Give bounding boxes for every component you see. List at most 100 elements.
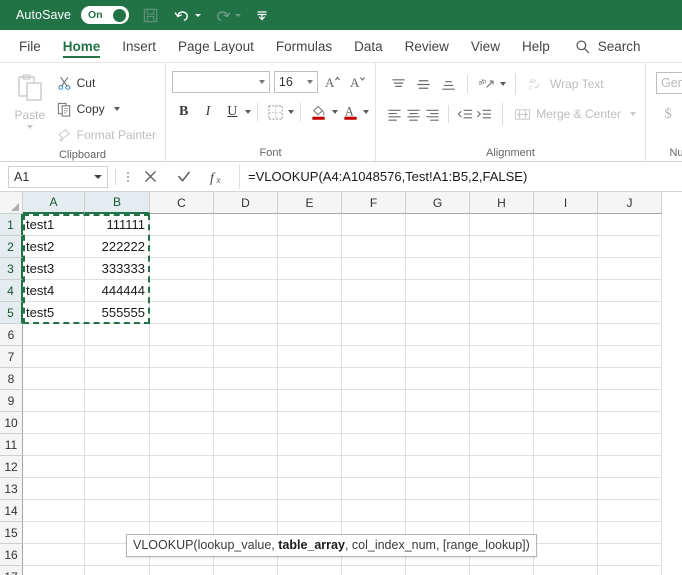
- row-header-1[interactable]: 1: [0, 214, 23, 236]
- accounting-number-format-button[interactable]: $: [656, 102, 680, 126]
- cell-E3[interactable]: [278, 258, 342, 280]
- cell-E4[interactable]: [278, 280, 342, 302]
- borders-dropdown-icon[interactable]: [288, 110, 295, 114]
- cell-G7[interactable]: [406, 346, 470, 368]
- cell-C12[interactable]: [150, 456, 214, 478]
- row-header-6[interactable]: 6: [0, 324, 23, 346]
- font-name-dropdown-icon[interactable]: [258, 80, 265, 84]
- cell-A3[interactable]: test3: [23, 258, 85, 280]
- cell-C1[interactable]: [150, 214, 214, 236]
- cell-J7[interactable]: [598, 346, 662, 368]
- cell-I5[interactable]: [534, 302, 598, 324]
- cancel-formula-button[interactable]: [133, 165, 167, 189]
- format-painter-button[interactable]: Format Painter: [54, 123, 159, 147]
- tab-view[interactable]: View: [460, 30, 511, 62]
- cell-C10[interactable]: [150, 412, 214, 434]
- cell-A13[interactable]: [23, 478, 85, 500]
- cell-B2[interactable]: 222222: [85, 236, 150, 258]
- cell-J17[interactable]: [598, 566, 662, 575]
- cell-E2[interactable]: [278, 236, 342, 258]
- cell-B10[interactable]: [85, 412, 150, 434]
- cell-A6[interactable]: [23, 324, 85, 346]
- cell-F1[interactable]: [342, 214, 406, 236]
- cell-I2[interactable]: [534, 236, 598, 258]
- font-size-input[interactable]: 16: [273, 71, 318, 93]
- column-header-d[interactable]: D: [214, 192, 278, 214]
- cell-I12[interactable]: [534, 456, 598, 478]
- cell-H17[interactable]: [470, 566, 534, 575]
- tab-review[interactable]: Review: [394, 30, 460, 62]
- cell-J12[interactable]: [598, 456, 662, 478]
- align-top-button[interactable]: [386, 72, 410, 96]
- redo-dropdown-icon[interactable]: [235, 13, 242, 17]
- cell-E9[interactable]: [278, 390, 342, 412]
- formula-bar-grip[interactable]: [123, 171, 133, 182]
- cell-I14[interactable]: [534, 500, 598, 522]
- tab-home[interactable]: Home: [52, 30, 112, 62]
- cell-D3[interactable]: [214, 258, 278, 280]
- cell-H1[interactable]: [470, 214, 534, 236]
- row-header-5[interactable]: 5: [0, 302, 23, 324]
- cell-I9[interactable]: [534, 390, 598, 412]
- cell-J13[interactable]: [598, 478, 662, 500]
- cell-D12[interactable]: [214, 456, 278, 478]
- cell-G1[interactable]: [406, 214, 470, 236]
- autosave-toggle[interactable]: On: [81, 6, 130, 24]
- cell-H12[interactable]: [470, 456, 534, 478]
- cell-D13[interactable]: [214, 478, 278, 500]
- tab-insert[interactable]: Insert: [111, 30, 167, 62]
- tab-page-layout[interactable]: Page Layout: [167, 30, 265, 62]
- cell-I3[interactable]: [534, 258, 598, 280]
- cell-B17[interactable]: [85, 566, 150, 575]
- cell-A11[interactable]: [23, 434, 85, 456]
- copy-dropdown-icon[interactable]: [113, 107, 120, 111]
- cell-B1[interactable]: 111111: [85, 214, 150, 236]
- wrap-text-button[interactable]: ab c Wrap Text: [525, 72, 607, 96]
- cell-B13[interactable]: [85, 478, 150, 500]
- cell-D4[interactable]: [214, 280, 278, 302]
- cell-A12[interactable]: [23, 456, 85, 478]
- cell-C14[interactable]: [150, 500, 214, 522]
- cell-J11[interactable]: [598, 434, 662, 456]
- cell-E8[interactable]: [278, 368, 342, 390]
- cell-G8[interactable]: [406, 368, 470, 390]
- cell-F11[interactable]: [342, 434, 406, 456]
- column-header-i[interactable]: I: [534, 192, 598, 214]
- cell-C6[interactable]: [150, 324, 214, 346]
- row-header-10[interactable]: 10: [0, 412, 23, 434]
- column-header-f[interactable]: F: [342, 192, 406, 214]
- cell-D1[interactable]: [214, 214, 278, 236]
- cell-J15[interactable]: [598, 522, 662, 544]
- cell-H14[interactable]: [470, 500, 534, 522]
- redo-button[interactable]: [211, 4, 242, 26]
- tab-formulas[interactable]: Formulas: [265, 30, 343, 62]
- row-header-17[interactable]: 17: [0, 566, 23, 575]
- column-header-j[interactable]: J: [598, 192, 662, 214]
- cell-F6[interactable]: [342, 324, 406, 346]
- column-header-g[interactable]: G: [406, 192, 470, 214]
- column-header-h[interactable]: H: [470, 192, 534, 214]
- row-header-8[interactable]: 8: [0, 368, 23, 390]
- row-header-12[interactable]: 12: [0, 456, 23, 478]
- cell-E1[interactable]: [278, 214, 342, 236]
- cell-D8[interactable]: [214, 368, 278, 390]
- cell-B9[interactable]: [85, 390, 150, 412]
- cell-H5[interactable]: [470, 302, 534, 324]
- row-header-14[interactable]: 14: [0, 500, 23, 522]
- cell-F4[interactable]: [342, 280, 406, 302]
- paste-button[interactable]: Paste: [6, 68, 54, 147]
- cell-J1[interactable]: [598, 214, 662, 236]
- fill-color-dropdown-icon[interactable]: [331, 110, 338, 114]
- row-header-16[interactable]: 16: [0, 544, 23, 566]
- cell-J4[interactable]: [598, 280, 662, 302]
- cell-A5[interactable]: test5: [23, 302, 85, 324]
- cell-F5[interactable]: [342, 302, 406, 324]
- save-icon[interactable]: [139, 4, 161, 26]
- cell-B11[interactable]: [85, 434, 150, 456]
- cell-I7[interactable]: [534, 346, 598, 368]
- cell-C9[interactable]: [150, 390, 214, 412]
- cell-I15[interactable]: [534, 522, 598, 544]
- cell-F12[interactable]: [342, 456, 406, 478]
- cell-D5[interactable]: [214, 302, 278, 324]
- row-header-4[interactable]: 4: [0, 280, 23, 302]
